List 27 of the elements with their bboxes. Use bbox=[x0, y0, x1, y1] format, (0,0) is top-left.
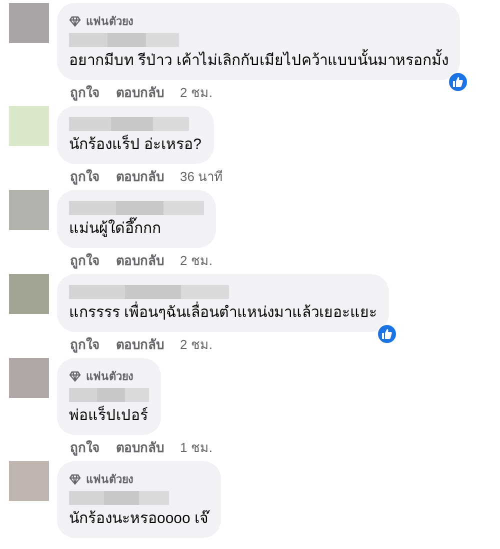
reply-link[interactable]: ตอบกลับ bbox=[116, 439, 164, 457]
comment-text: แม่นผู้ใด่อึ๊กกก bbox=[69, 219, 204, 239]
like-link[interactable]: ถูกใจ bbox=[70, 252, 100, 270]
like-link[interactable]: ถูกใจ bbox=[70, 168, 100, 186]
diamond-icon bbox=[69, 474, 81, 484]
fan-label: แฟนตัวยง bbox=[86, 472, 133, 488]
reply-link[interactable]: ตอบกลับ bbox=[116, 168, 164, 186]
timestamp: 36 นาที bbox=[180, 168, 224, 186]
comment-text: นักร้องนะหรอoooo เจ๊ bbox=[69, 509, 209, 529]
comment-text: นักร้องแร็ป อ่ะเหรอ? bbox=[69, 135, 202, 155]
like-link[interactable]: ถูกใจ bbox=[70, 336, 100, 354]
timestamp: 1 ชม. bbox=[180, 439, 212, 457]
comment-text: พ่อแร็ปเปอร์ bbox=[69, 406, 149, 426]
timestamp: 2 ชม. bbox=[180, 84, 212, 102]
like-link[interactable]: ถูกใจ bbox=[70, 84, 100, 102]
reply-link[interactable]: ตอบกลับ bbox=[116, 252, 164, 270]
reply-link[interactable]: ตอบกลับ bbox=[116, 84, 164, 102]
timestamp: 2 ชม. bbox=[180, 336, 212, 354]
fan-label: แฟนตัวยง bbox=[86, 370, 133, 385]
diamond-icon bbox=[69, 370, 81, 382]
like-link[interactable]: ถูกใจ bbox=[70, 439, 100, 457]
fan-label: แฟนตัวยง bbox=[86, 14, 133, 30]
comment-text: แกรรรร เพื่อนๆฉันเลื่อนตำแหน่งมาแล้วเยอะแยะ bbox=[69, 303, 378, 323]
comment-text: อยากมีบท รีป่าว เค้าไม่เลิกกับเมียไปคว้าแบบนั้นมาหรอกมั้ง bbox=[69, 51, 448, 71]
reply-link[interactable]: ตอบกลับ bbox=[116, 336, 164, 354]
timestamp: 2 ชม. bbox=[180, 252, 212, 270]
diamond-icon bbox=[69, 16, 81, 26]
